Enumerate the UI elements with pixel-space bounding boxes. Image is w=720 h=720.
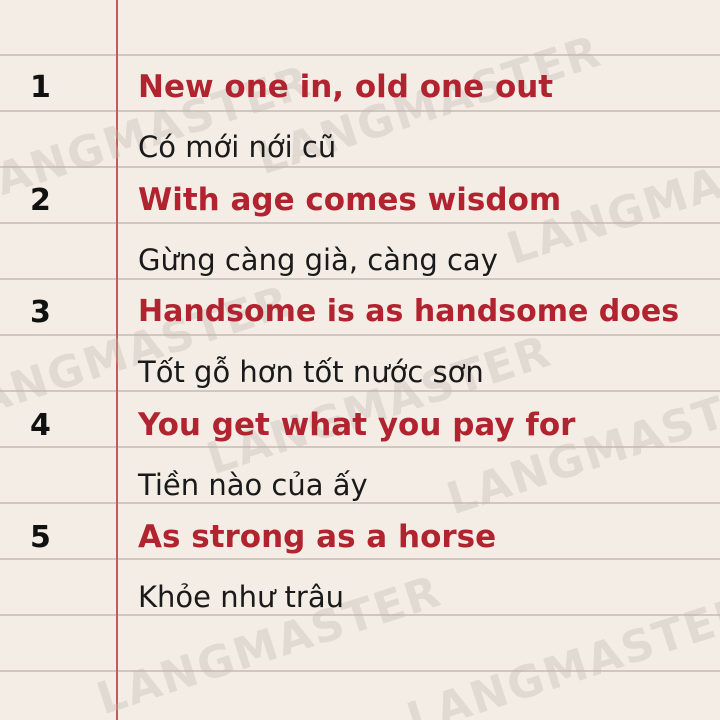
item-number: 1 bbox=[30, 70, 51, 105]
margin-line bbox=[116, 0, 118, 720]
vietnamese-proverb: Có mới nới cũ bbox=[138, 130, 337, 164]
item-number: 3 bbox=[30, 295, 51, 330]
english-proverb: Handsome is as handsome does bbox=[138, 294, 680, 329]
item-number: 4 bbox=[30, 408, 51, 443]
item-number: 2 bbox=[30, 183, 51, 218]
vietnamese-proverb: Khỏe như trâu bbox=[138, 580, 345, 614]
watermark: LANGMASTER bbox=[200, 325, 558, 486]
english-proverb: You get what you pay for bbox=[138, 407, 576, 443]
watermark: LANGMASTER bbox=[440, 365, 720, 526]
english-proverb: New one in, old one out bbox=[138, 69, 554, 105]
english-proverb: With age comes wisdom bbox=[138, 182, 562, 218]
vietnamese-proverb: Tốt gỗ hơn tốt nước sơn bbox=[138, 355, 484, 389]
vietnamese-proverb: Gừng càng già, càng cay bbox=[138, 243, 498, 277]
notebook-page: LANGMASTER LANGMASTER LANGMASTER LANGMAS… bbox=[0, 0, 720, 720]
english-proverb: As strong as a horse bbox=[138, 519, 497, 555]
vietnamese-proverb: Tiền nào của ấy bbox=[138, 468, 368, 502]
watermark: LANGMASTER bbox=[400, 585, 720, 720]
item-number: 5 bbox=[30, 520, 51, 555]
